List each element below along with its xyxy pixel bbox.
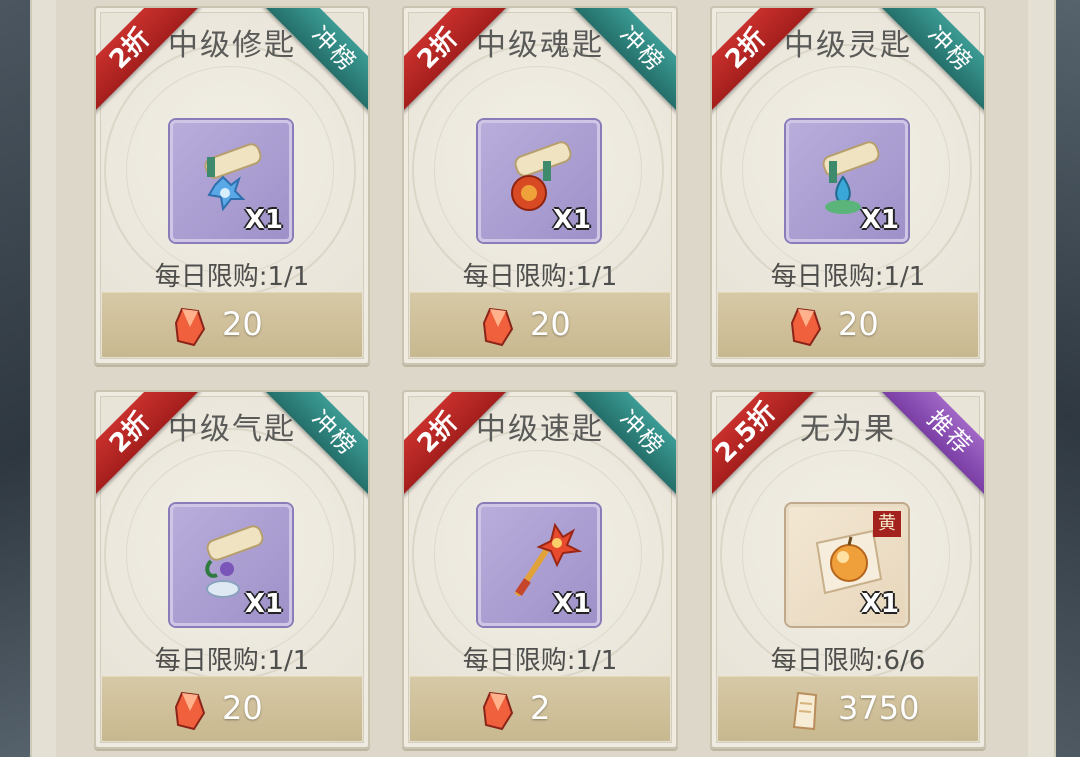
discount-ribbon: 2.5折: [712, 392, 820, 500]
price: 20: [222, 689, 263, 727]
item-quantity: X1: [552, 205, 591, 235]
tag-ribbon: 冲榜: [876, 8, 984, 116]
left-background: [0, 0, 30, 757]
item-slot[interactable]: X1: [478, 120, 600, 242]
item-quantity: X1: [552, 589, 591, 619]
discount-ribbon: 2折: [404, 8, 512, 116]
shop-card-1[interactable]: 中级修匙 2折 冲榜 X1 每日限购:1/1 20: [94, 6, 370, 365]
buy-button[interactable]: 2: [410, 676, 670, 741]
shop-card-2[interactable]: 中级魂匙 2折 冲榜 X1 每日限购:1/1 20: [402, 6, 678, 365]
tag-ribbon: 冲榜: [568, 8, 676, 116]
item-slot[interactable]: X1: [170, 504, 292, 626]
tag-ribbon: 推荐: [876, 392, 984, 500]
buy-button[interactable]: 20: [410, 292, 670, 357]
daily-limit: 每日限购:1/1: [154, 646, 310, 676]
discount-ribbon: 2折: [96, 8, 204, 116]
red-crystal-icon: [482, 691, 514, 731]
price: 20: [222, 305, 263, 343]
buy-button[interactable]: 20: [718, 292, 978, 357]
tag-ribbon: 冲榜: [260, 392, 368, 500]
price: 20: [838, 305, 879, 343]
daily-limit: 每日限购:1/1: [770, 262, 926, 292]
price: 20: [530, 305, 571, 343]
item-quantity: X1: [860, 589, 899, 619]
shop-card-6[interactable]: 无为果 2.5折 推荐 黄 X1 每日限购:6/6 3750: [710, 390, 986, 749]
item-quantity: X1: [244, 589, 283, 619]
item-slot[interactable]: X1: [786, 120, 908, 242]
right-background: [1052, 0, 1080, 757]
item-quantity: X1: [860, 205, 899, 235]
price: 2: [530, 689, 551, 727]
daily-limit: 每日限购:6/6: [770, 646, 926, 676]
discount-ribbon: 2折: [96, 392, 204, 500]
daily-limit: 每日限购:1/1: [154, 262, 310, 292]
buy-button[interactable]: 3750: [718, 676, 978, 741]
shop-card-5[interactable]: 中级速匙 2折 冲榜 X1 每日限购:1/1 2: [402, 390, 678, 749]
tag-ribbon: 冲榜: [568, 392, 676, 500]
item-quantity: X1: [244, 205, 283, 235]
discount-ribbon: 2折: [712, 8, 820, 116]
red-crystal-icon: [174, 691, 206, 731]
item-slot[interactable]: 黄 X1: [786, 504, 908, 626]
shop-card-4[interactable]: 中级气匙 2折 冲榜 X1 每日限购:1/1 20: [94, 390, 370, 749]
buy-button[interactable]: 20: [102, 292, 362, 357]
red-crystal-icon: [482, 307, 514, 347]
item-slot[interactable]: X1: [170, 120, 292, 242]
discount-ribbon: 2折: [404, 392, 512, 500]
price: 3750: [838, 689, 920, 727]
grade-badge: 黄: [873, 511, 901, 537]
item-slot[interactable]: X1: [478, 504, 600, 626]
paper-ticket-icon: [792, 691, 818, 731]
daily-limit: 每日限购:1/1: [462, 646, 618, 676]
red-crystal-icon: [174, 307, 206, 347]
shop-card-3[interactable]: 中级灵匙 2折 冲榜 X1 每日限购:1/1 20: [710, 6, 986, 365]
daily-limit: 每日限购:1/1: [462, 262, 618, 292]
tag-ribbon: 冲榜: [260, 8, 368, 116]
buy-button[interactable]: 20: [102, 676, 362, 741]
red-crystal-icon: [790, 307, 822, 347]
